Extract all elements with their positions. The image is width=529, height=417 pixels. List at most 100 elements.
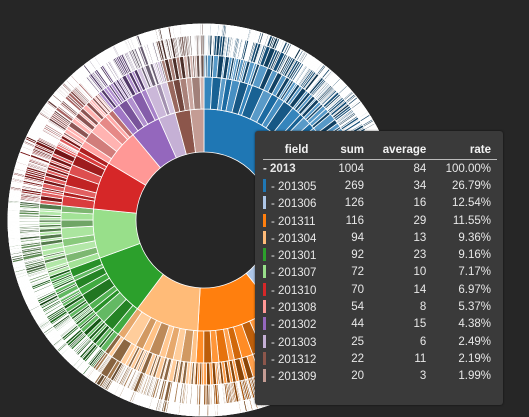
sunburst-subsegment[interactable] [200,54,205,78]
series-swatch [263,265,266,279]
row-label: - 201302 [271,319,317,332]
row-average: 14 [413,283,427,296]
row-label: - 201308 [271,302,317,315]
row-label-cell: - 201307 [263,264,330,281]
tooltip-row: - 201308 54 8 5.37% [263,298,497,315]
row-label: - 201310 [271,284,317,297]
row-label: - 201304 [271,232,317,245]
row-average: 11 [414,352,427,365]
row-label-cell: - 201305 [263,177,330,194]
series-swatch [263,178,266,192]
series-swatch [263,317,266,331]
row-sum: 94 [351,231,364,244]
row-average: 15 [413,318,427,331]
row-label-cell: - 201310 [263,281,330,298]
tooltip-row: - 201302 44 15 4.38% [263,316,497,333]
row-rate: 6.97% [458,283,491,296]
row-label-cell: - 201302 [263,316,330,333]
row-average: 29 [413,214,427,227]
series-swatch [263,334,266,348]
series-swatch [263,369,266,383]
row-rate: 1.99% [458,370,491,383]
sunburst-subsegment[interactable] [201,34,205,56]
row-rate: 26.79% [451,179,491,192]
row-label: - 201305 [271,180,317,193]
tooltip-row: - 201301 92 23 9.16% [263,246,497,263]
row-label-cell: - 201306 [263,195,330,212]
row-average: 6 [419,335,427,348]
row-average: 13 [413,231,427,244]
row-rate: 11.55% [452,214,491,227]
series-swatch [263,196,266,210]
header-rate: rate [469,144,491,156]
row-label-cell: - 201304 [263,229,330,246]
row-rate: 9.36% [458,231,491,244]
row-average: 3 [419,370,427,383]
row-label: - 201306 [271,198,317,211]
row-rate: 7.17% [458,266,491,279]
row-rate: 4.38% [458,318,491,331]
data-tooltip: field sum average rate - 2013 1004 84 10… [255,131,503,405]
tooltip-row: - 201304 94 13 9.36% [263,229,497,246]
tooltip-table: field sum average rate - 2013 1004 84 10… [263,141,497,385]
row-rate: 5.37% [458,301,491,314]
row-average: 10 [413,266,427,279]
row-label-cell: - 201311 [263,212,330,229]
tooltip-row: - 201309 20 3 1.99% [263,368,497,385]
header-field: field [284,144,309,156]
row-sum: 70 [351,283,364,296]
tooltip-row: - 201305 269 34 26.79% [263,177,497,194]
header-average: average [382,144,427,156]
row-label: - 201309 [271,371,317,384]
row-label: - 201311 [271,215,316,228]
row-label: - 201312 [271,353,317,366]
tooltip-header-row: field sum average rate [263,141,497,160]
total-sum: 1004 [330,159,370,178]
total-average: 84 [369,159,433,178]
series-swatch [263,213,266,227]
tooltip-row: - 201311 116 29 11.55% [263,212,497,229]
row-sum: 22 [351,352,364,365]
row-sum: 20 [351,370,364,383]
row-average: 16 [413,197,427,210]
row-sum: 25 [351,335,364,348]
row-rate: 9.16% [458,249,491,262]
tooltip-row: - 201303 25 6 2.49% [263,333,497,350]
header-sum: sum [340,144,364,156]
sunburst-subsegment[interactable] [202,23,205,36]
row-sum: 92 [351,249,364,262]
row-sum: 72 [351,266,364,279]
tooltip-row: - 201310 70 14 6.97% [263,281,497,298]
row-label: - 201303 [271,336,317,349]
row-sum: 116 [345,214,364,227]
row-average: 34 [413,179,427,192]
tooltip-row: - 201306 126 16 12.54% [263,195,497,212]
row-rate: 2.49% [458,335,491,348]
tooltip-total-row: - 2013 1004 84 100.00% [263,159,497,178]
series-swatch [263,282,266,296]
row-label-cell: - 201301 [263,246,330,263]
row-label-cell: - 201308 [263,298,330,315]
series-swatch [263,230,266,244]
tooltip-row: - 201307 72 10 7.17% [263,264,497,281]
series-swatch [263,248,266,262]
sunburst-subsegment[interactable] [203,330,213,364]
row-average: 8 [419,301,427,314]
total-label: - 2013 [263,159,331,178]
sunburst-subsegment[interactable] [60,219,94,229]
row-label-cell: - 201303 [263,333,330,350]
series-swatch [263,351,266,365]
row-sum: 269 [344,179,364,192]
row-label: - 201301 [271,250,317,263]
row-label-cell: - 201309 [263,368,330,385]
row-sum: 126 [344,197,364,210]
row-sum: 44 [351,318,364,331]
sunburst-subsegment[interactable] [203,362,208,386]
row-rate: 12.54% [451,197,491,210]
row-rate: 2.19% [458,352,491,365]
row-average: 23 [413,249,427,262]
sunburst-subsegment[interactable] [199,76,205,110]
row-sum: 54 [351,301,364,314]
series-swatch [263,300,266,314]
row-label-cell: - 201312 [263,350,330,367]
